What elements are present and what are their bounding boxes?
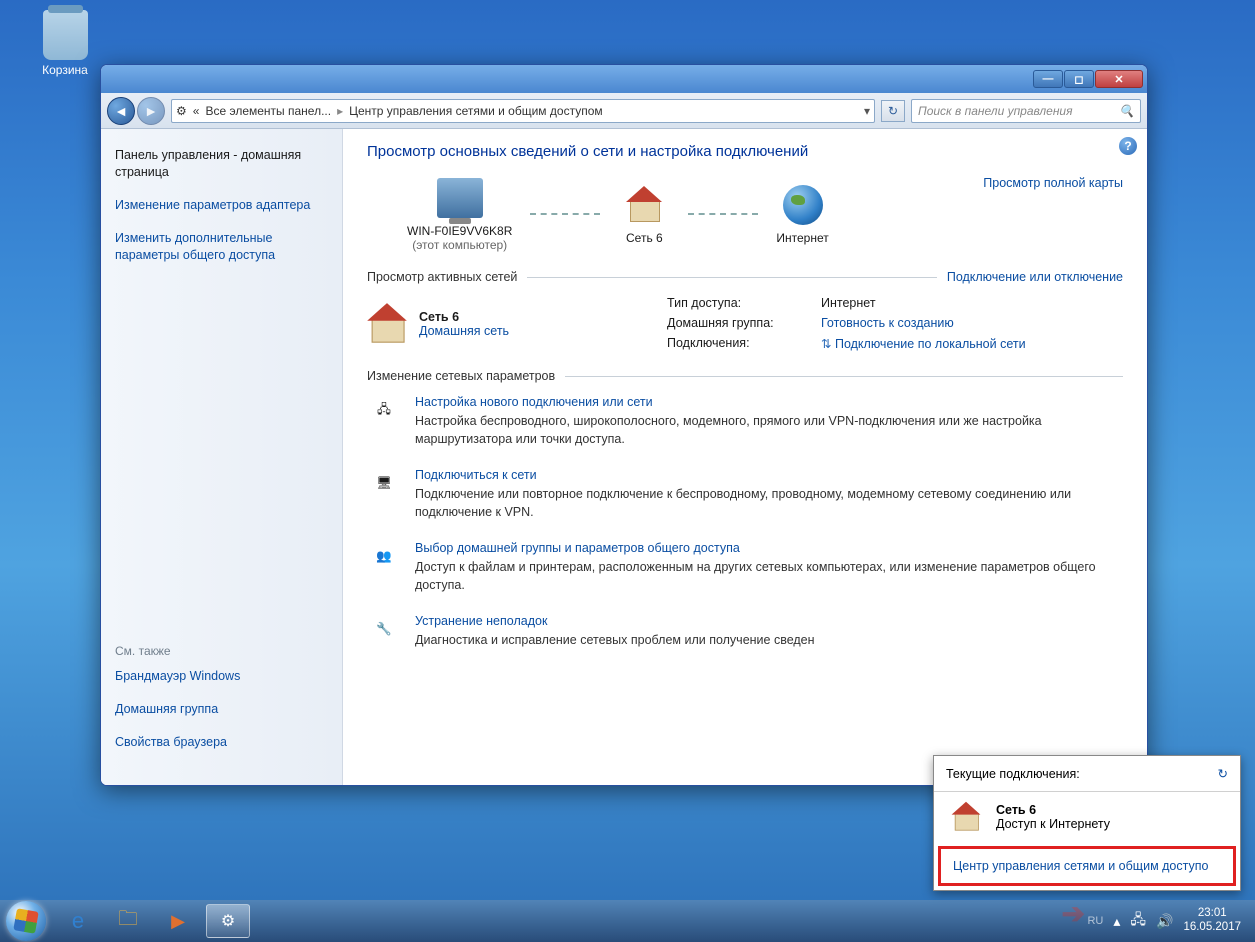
flyout-network-row[interactable]: Сеть 6 Доступ к Интернету: [934, 792, 1240, 842]
homegroup-label: Домашняя группа:: [667, 316, 807, 330]
maximize-button[interactable]: ◻: [1064, 70, 1094, 88]
help-icon[interactable]: ?: [1119, 137, 1137, 155]
sidebar-sharing-settings[interactable]: Изменить дополнительные параметры общего…: [115, 230, 328, 264]
address-bar: ◄ ► ⚙ « Все элементы панел... ▸ Центр уп…: [101, 93, 1147, 129]
node-network: Сеть 6: [618, 183, 670, 245]
access-type-value: Интернет: [821, 296, 1026, 310]
connect-disconnect-link[interactable]: Подключение или отключение: [947, 270, 1123, 284]
connection-line-icon: [530, 213, 600, 215]
network-flyout: Текущие подключения: ↻ Сеть 6 Доступ к И…: [933, 755, 1241, 891]
close-button[interactable]: ✕: [1095, 70, 1143, 88]
breadcrumb-item[interactable]: Центр управления сетями и общим доступом: [349, 104, 603, 118]
main-content: ? Просмотр основных сведений о сети и на…: [343, 129, 1147, 785]
setting-homegroup: 👥 Выбор домашней группы и параметров общ…: [367, 541, 1123, 594]
refresh-button[interactable]: ↻: [881, 100, 905, 122]
homegroup-link[interactable]: Готовность к созданию: [821, 316, 1026, 330]
tray-network-icon[interactable]: 🖧: [1130, 909, 1146, 933]
tray-chevron-icon[interactable]: ▴: [1113, 913, 1120, 930]
setting-troubleshoot: 🔧 Устранение неполадок Диагностика и исп…: [367, 614, 1123, 650]
taskbar-explorer-icon[interactable]: 🗀: [106, 904, 150, 938]
sidebar-adapter-settings[interactable]: Изменение параметров адаптера: [115, 197, 328, 214]
sidebar-firewall[interactable]: Брандмауэр Windows: [115, 668, 328, 685]
taskbar-media-icon[interactable]: ▶: [156, 904, 200, 938]
recycle-bin-icon: [43, 10, 88, 60]
globe-icon: [783, 185, 823, 225]
lan-connection-link[interactable]: Подключение по локальной сети: [835, 337, 1026, 351]
control-panel-window: — ◻ ✕ ◄ ► ⚙ « Все элементы панел... ▸ Це…: [100, 64, 1148, 786]
network-map: WIN-F0IE9VV6K8R (этот компьютер) Сеть 6 …: [367, 176, 1123, 252]
chevron-right-icon: ▸: [337, 104, 343, 118]
new-connection-icon: 🖧: [367, 395, 401, 425]
full-map-link[interactable]: Просмотр полной карты: [983, 176, 1123, 190]
setting-connect: 🖥 Подключиться к сети Подключение или по…: [367, 468, 1123, 521]
new-connection-link[interactable]: Настройка нового подключения или сети: [415, 395, 1123, 409]
network-type-link[interactable]: Домашняя сеть: [419, 324, 509, 338]
connection-line-icon: [688, 213, 758, 215]
connect-network-link[interactable]: Подключиться к сети: [415, 468, 1123, 482]
active-networks-header: Просмотр активных сетей: [367, 270, 517, 284]
tray-volume-icon[interactable]: 🔊: [1156, 913, 1173, 930]
house-icon: [624, 188, 664, 222]
homegroup-sharing-link[interactable]: Выбор домашней группы и параметров общег…: [415, 541, 1123, 555]
back-button[interactable]: ◄: [107, 97, 135, 125]
taskbar: e 🗀 ▶ ⚙ RU ▴ 🖧 🔊 23:01 16.05.2017: [0, 900, 1255, 942]
setting-new-connection: 🖧 Настройка нового подключения или сети …: [367, 395, 1123, 448]
search-input[interactable]: Поиск в панели управления 🔍: [911, 99, 1141, 123]
sidebar-home[interactable]: Панель управления - домашняя страница: [115, 147, 328, 181]
breadcrumb[interactable]: ⚙ « Все элементы панел... ▸ Центр управл…: [171, 99, 875, 123]
titlebar: — ◻ ✕: [101, 65, 1147, 93]
system-tray: RU ▴ 🖧 🔊 23:01 16.05.2017: [1087, 907, 1249, 935]
network-center-link[interactable]: Центр управления сетями и общим доступо: [938, 846, 1236, 886]
access-type-label: Тип доступа:: [667, 296, 807, 310]
recycle-bin-label: Корзина: [30, 63, 100, 77]
refresh-icon[interactable]: ↻: [1218, 766, 1228, 781]
search-icon: 🔍: [1119, 104, 1134, 118]
connections-label: Подключения:: [667, 336, 807, 351]
troubleshoot-icon: 🔧: [367, 614, 401, 644]
tray-lang[interactable]: RU: [1087, 915, 1103, 927]
lan-icon: ⇅: [821, 337, 831, 351]
search-placeholder: Поиск в панели управления: [918, 104, 1073, 118]
sidebar: Панель управления - домашняя страница Из…: [101, 129, 343, 785]
control-panel-icon: ⚙: [176, 104, 187, 118]
page-title: Просмотр основных сведений о сети и наст…: [367, 143, 1123, 160]
house-icon: [950, 803, 982, 830]
see-also-label: См. также: [115, 644, 328, 658]
taskbar-ie-icon[interactable]: e: [56, 904, 100, 938]
node-this-pc: WIN-F0IE9VV6K8R (этот компьютер): [407, 176, 512, 252]
flyout-header: Текущие подключения:: [946, 767, 1080, 781]
house-icon: [365, 305, 409, 342]
node-internet: Интернет: [776, 183, 828, 245]
tray-clock[interactable]: 23:01 16.05.2017: [1183, 907, 1241, 935]
flyout-net-name: Сеть 6: [996, 803, 1110, 817]
change-settings-header: Изменение сетевых параметров: [367, 369, 555, 383]
dropdown-icon[interactable]: ▾: [864, 104, 870, 118]
forward-button[interactable]: ►: [137, 97, 165, 125]
breadcrumb-item[interactable]: Все элементы панел...: [205, 104, 331, 118]
troubleshoot-link[interactable]: Устранение неполадок: [415, 614, 815, 628]
start-button[interactable]: [6, 901, 46, 941]
sidebar-homegroup[interactable]: Домашняя группа: [115, 701, 328, 718]
network-name: Сеть 6: [419, 310, 509, 324]
homegroup-icon: 👥: [367, 541, 401, 571]
pc-icon: [437, 178, 483, 218]
flyout-net-access: Доступ к Интернету: [996, 817, 1110, 831]
taskbar-control-panel-icon[interactable]: ⚙: [206, 904, 250, 938]
connect-icon: 🖥: [367, 468, 401, 498]
sidebar-browser-props[interactable]: Свойства браузера: [115, 734, 328, 751]
breadcrumb-root: «: [193, 104, 200, 118]
minimize-button[interactable]: —: [1033, 70, 1063, 88]
recycle-bin[interactable]: Корзина: [30, 10, 100, 77]
